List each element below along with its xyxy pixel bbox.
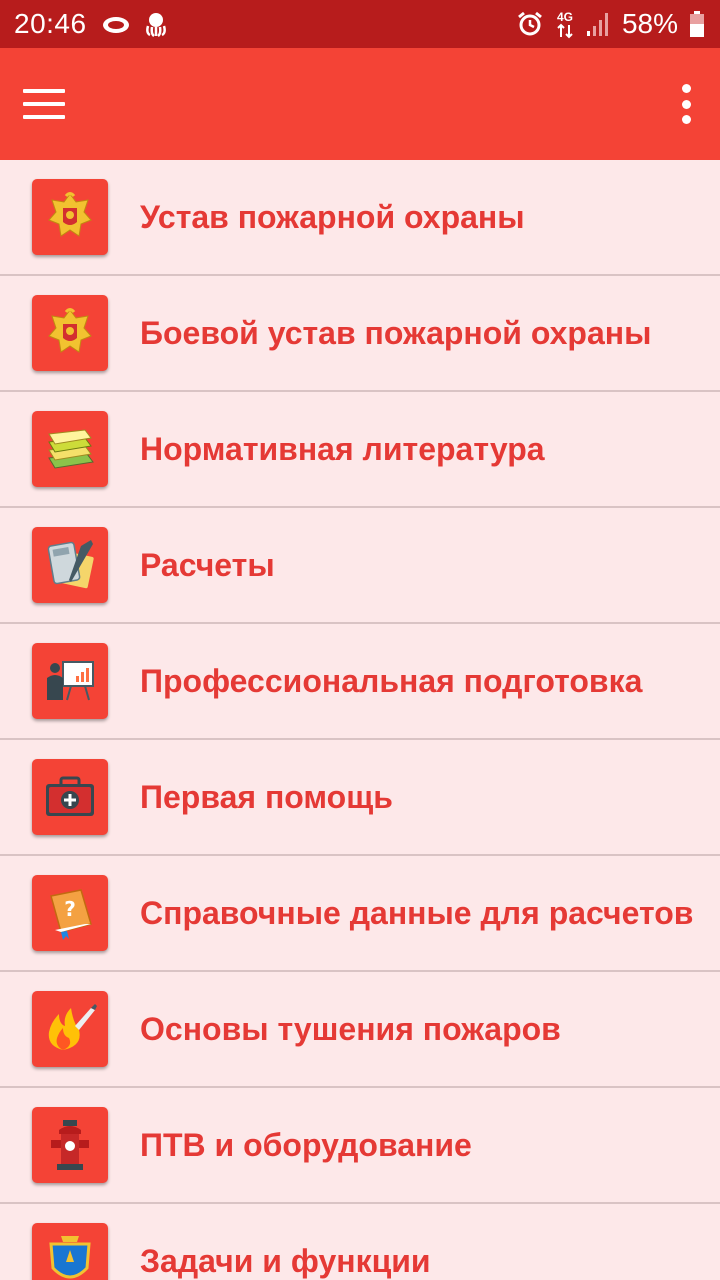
battery-percent: 58%	[621, 8, 678, 39]
menu-item-label: ПТВ и оборудование	[140, 1127, 472, 1163]
menu-item-label: Справочные данные для расчетов	[140, 895, 694, 931]
menu-item-label: Расчеты	[140, 547, 275, 583]
svg-text:4G: 4G	[557, 10, 573, 24]
shield-icon	[32, 1223, 108, 1280]
menu-item-label: Устав пожарной охраны	[140, 199, 525, 235]
hydrant-icon	[32, 1107, 108, 1183]
menu-item-label: Задачи и функции	[140, 1243, 431, 1279]
presentation-icon	[32, 643, 108, 719]
cloud-icon	[102, 17, 129, 33]
menu-item-label: Нормативная литература	[140, 431, 545, 467]
menu-icon[interactable]	[22, 86, 66, 122]
emblem-icon	[32, 179, 108, 255]
overflow-menu-icon[interactable]	[674, 82, 698, 126]
alarm-icon	[518, 11, 542, 36]
calculator-icon	[32, 527, 108, 603]
status-time: 20:46	[14, 8, 87, 39]
menu-item-label: Боевой устав пожарной охраны	[140, 315, 652, 351]
menu-item-spravochnye-dannye[interactable]: ? Справочные данные для расчетов	[0, 856, 720, 972]
network-type-icon: 4G	[557, 10, 573, 39]
menu-item-label: Первая помощь	[140, 779, 393, 815]
svg-text:?: ?	[64, 897, 76, 921]
octopus-icon	[145, 13, 166, 37]
menu-item-normativnaya-literatura[interactable]: Нормативная литература	[0, 392, 720, 508]
first-aid-kit-icon	[32, 759, 108, 835]
emblem-icon	[32, 295, 108, 371]
menu-item-boevoy-ustav[interactable]: Боевой устав пожарной охраны	[0, 276, 720, 392]
app-bar	[0, 48, 720, 160]
menu-item-zadachi-funktsii[interactable]: Задачи и функции	[0, 1204, 720, 1280]
menu-item-raschety[interactable]: Расчеты	[0, 508, 720, 624]
books-icon	[32, 411, 108, 487]
battery-icon	[690, 11, 704, 37]
status-system-icons: 4G 58%	[516, 8, 706, 40]
menu-item-pervaya-pomosch[interactable]: Первая помощь	[0, 740, 720, 856]
menu-list: Устав пожарной охраны Боевой устав пожар…	[0, 160, 720, 1280]
menu-item-ustav[interactable]: Устав пожарной охраны	[0, 160, 720, 276]
status-notification-icons	[101, 11, 169, 37]
signal-icon	[586, 13, 608, 36]
menu-item-osnovy-tusheniya[interactable]: Основы тушения пожаров	[0, 972, 720, 1088]
menu-item-label: Профессиональная подготовка	[140, 663, 643, 699]
menu-item-label: Основы тушения пожаров	[140, 1011, 561, 1047]
reference-book-icon: ?	[32, 875, 108, 951]
status-bar: 20:46 4G 58%	[0, 0, 720, 48]
menu-item-ptv[interactable]: ПТВ и оборудование	[0, 1088, 720, 1204]
menu-item-professionalnaya-podgotovka[interactable]: Профессиональная подготовка	[0, 624, 720, 740]
fire-icon	[32, 991, 108, 1067]
